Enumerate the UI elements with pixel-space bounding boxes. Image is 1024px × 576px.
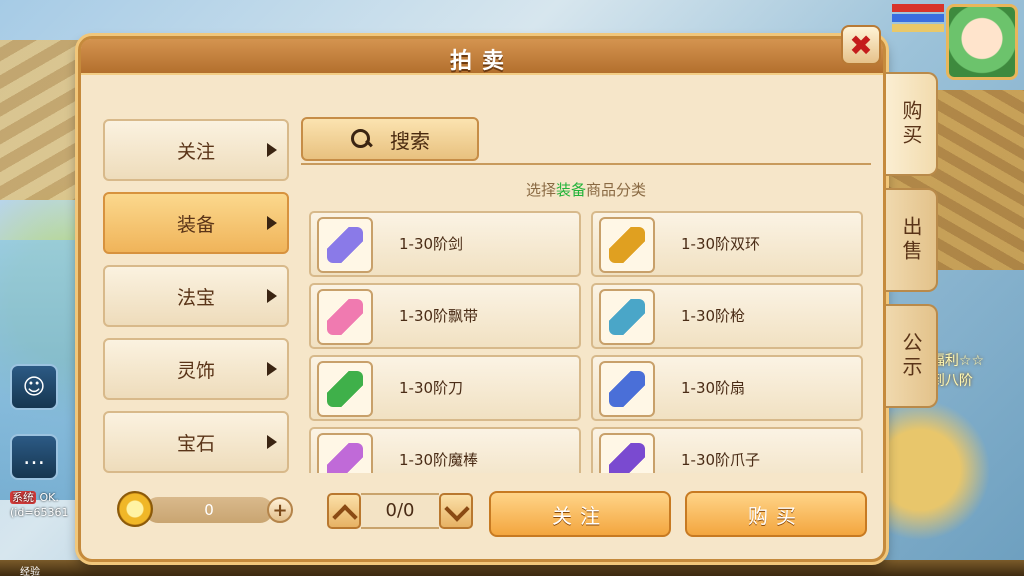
side-tab[interactable]: 出售 [886, 188, 938, 292]
close-icon: ✖ [849, 28, 873, 62]
buy-button[interactable]: 购买 [685, 491, 867, 537]
search-icon [350, 128, 372, 150]
currency-value: 0 [145, 497, 273, 523]
auction-panel: 拍卖 ✖ 关注 装备 法宝 灵饰 宝石 搜索 选择装备商品分类 1-30阶剑 1-30阶双… [78, 25, 886, 562]
item-category-label: 1-30阶剑 [399, 235, 464, 253]
item-category-cell[interactable]: 1-30阶枪 [591, 283, 863, 349]
item-category-cell[interactable]: 1-30阶飘带 [309, 283, 581, 349]
category-label: 关注 [176, 140, 215, 163]
player-status-bars [892, 4, 944, 34]
item-category-cell[interactable]: 1-30阶剑 [309, 211, 581, 277]
category-item[interactable]: 法宝 [103, 265, 289, 327]
sword-icon [317, 217, 373, 273]
exp-bar [892, 24, 944, 32]
category-item[interactable]: 灵饰 [103, 338, 289, 400]
friends-icon[interactable]: ☺ [10, 364, 58, 410]
wand-icon [317, 433, 373, 473]
category-label: 法宝 [176, 286, 215, 309]
blade-icon [317, 361, 373, 417]
event-banner-line1: 福利☆☆ [930, 353, 984, 369]
item-glyph [609, 371, 645, 407]
item-glyph [609, 227, 645, 263]
category-item[interactable]: 关注 [103, 119, 289, 181]
chevron-right-icon [267, 435, 277, 449]
mp-bar [892, 14, 944, 22]
page-down-button[interactable] [439, 493, 473, 529]
event-banner-line2: 到八阶 [930, 373, 973, 389]
item-glyph [327, 443, 363, 473]
experience-bar: 经验 [0, 560, 1024, 576]
claw-icon [599, 433, 655, 473]
page-indicator: 0/0 [361, 493, 439, 529]
item-glyph [327, 371, 363, 407]
category-item[interactable]: 装备 [103, 192, 289, 254]
hint-highlight: 装备 [555, 181, 586, 199]
spear-icon [599, 289, 655, 345]
item-glyph [609, 299, 645, 335]
search-label: 搜索 [390, 128, 430, 153]
category-item[interactable]: 宝石 [103, 411, 289, 473]
fan-icon [599, 361, 655, 417]
player-avatar[interactable] [946, 4, 1018, 80]
page-up-button[interactable] [327, 493, 361, 529]
chat-text: OK. [39, 491, 59, 504]
category-label: 宝石 [176, 432, 215, 455]
search-button[interactable]: 搜索 [301, 117, 479, 161]
plus-icon: + [272, 499, 288, 521]
category-hint: 选择装备商品分类 [301, 179, 871, 200]
item-category-label: 1-30阶魔棒 [399, 451, 479, 469]
item-category-label: 1-30阶刀 [399, 379, 464, 397]
chevron-right-icon [267, 289, 277, 303]
item-category-cell[interactable]: 1-30阶双环 [591, 211, 863, 277]
item-category-label: 1-30阶双环 [681, 235, 761, 253]
side-tab[interactable]: 购买 [886, 72, 938, 176]
hint-prefix: 选择 [525, 181, 556, 199]
chat-channel-tag: 系统 [10, 491, 36, 504]
hint-suffix: 商品分类 [586, 181, 647, 199]
ribbon-icon [317, 289, 373, 345]
item-category-cell[interactable]: 1-30阶爪子 [591, 427, 863, 473]
chat-log: 系统 OK. (id=65361 [10, 490, 69, 520]
item-glyph [327, 227, 363, 263]
item-category-cell[interactable]: 1-30阶魔棒 [309, 427, 581, 473]
close-button[interactable]: ✖ [841, 25, 881, 65]
double-ring-icon [599, 217, 655, 273]
side-tab[interactable]: 公示 [886, 304, 938, 408]
hp-bar [892, 4, 944, 12]
chevron-right-icon [267, 362, 277, 376]
panel-title: 拍卖 [449, 49, 514, 74]
category-list: 关注装备法宝灵饰宝石 [103, 119, 289, 484]
item-category-label: 1-30阶爪子 [681, 451, 761, 469]
experience-label: 经验 [20, 567, 40, 576]
item-category-grid: 1-30阶剑 1-30阶双环 1-30阶飘带 1-30阶枪 1-30阶刀 1-30阶扇 1-… [309, 211, 865, 473]
item-glyph [327, 299, 363, 335]
category-label: 灵饰 [176, 359, 215, 382]
add-currency-button[interactable]: + [267, 497, 293, 523]
header-divider [301, 163, 871, 165]
event-banner[interactable]: 福利☆☆ 到八阶 [931, 350, 984, 390]
item-category-label: 1-30阶扇 [681, 379, 746, 397]
currency-box: 0 + [117, 491, 297, 527]
item-category-label: 1-30阶枪 [681, 307, 746, 325]
chat-id: (id=65361 [10, 506, 69, 519]
coin-icon [117, 491, 153, 527]
chat-icon[interactable]: … [10, 434, 58, 480]
item-category-cell[interactable]: 1-30阶扇 [591, 355, 863, 421]
page-selector: 0/0 [327, 493, 473, 529]
item-category-cell[interactable]: 1-30阶刀 [309, 355, 581, 421]
item-category-label: 1-30阶飘带 [399, 307, 479, 325]
category-label: 装备 [176, 213, 215, 236]
follow-button[interactable]: 关注 [489, 491, 671, 537]
item-glyph [609, 443, 645, 473]
panel-header: 拍卖 [81, 39, 883, 75]
chevron-right-icon [267, 143, 277, 157]
chevron-right-icon [267, 216, 277, 230]
